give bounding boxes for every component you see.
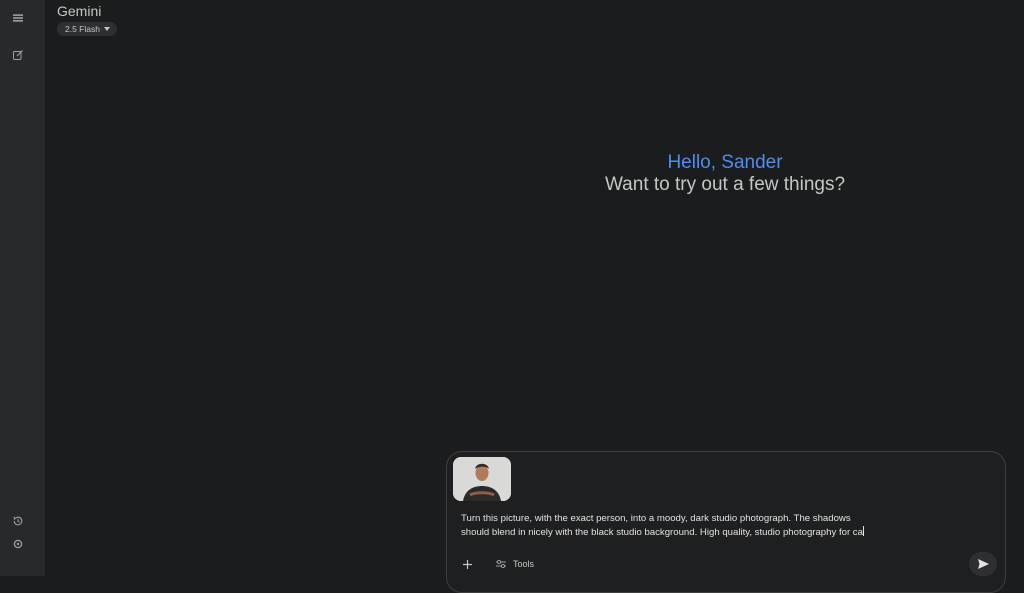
app-title: Gemini <box>57 3 102 19</box>
plus-icon <box>462 559 472 569</box>
chevron-down-icon <box>103 27 110 31</box>
send-icon <box>977 559 989 569</box>
new-chat-icon[interactable] <box>10 47 26 63</box>
side-rail <box>0 0 45 576</box>
prompt-input[interactable]: Turn this picture, with the exact person… <box>461 512 981 540</box>
text-cursor <box>862 526 864 536</box>
model-label: 2.5 Flash <box>65 24 100 34</box>
attachment-thumbnail[interactable] <box>453 457 511 501</box>
history-icon[interactable] <box>10 513 26 529</box>
send-button[interactable] <box>969 552 997 576</box>
greeting-subtitle: Want to try out a few things? <box>604 174 846 195</box>
tools-button[interactable]: Tools <box>495 556 534 572</box>
prompt-text: Turn this picture, with the exact person… <box>461 513 863 538</box>
greeting: Hello, Sander Want to try out a few thin… <box>460 152 990 196</box>
menu-icon[interactable] <box>10 10 26 26</box>
tools-label: Tools <box>513 559 535 569</box>
prompt-composer[interactable]: Turn this picture, with the exact person… <box>446 451 1006 593</box>
add-attachment-button[interactable] <box>459 556 475 572</box>
tools-icon <box>496 559 506 569</box>
model-selector[interactable]: 2.5 Flash <box>57 22 117 36</box>
greeting-hello: Hello, Sander <box>667 152 783 173</box>
settings-icon[interactable] <box>10 536 26 552</box>
